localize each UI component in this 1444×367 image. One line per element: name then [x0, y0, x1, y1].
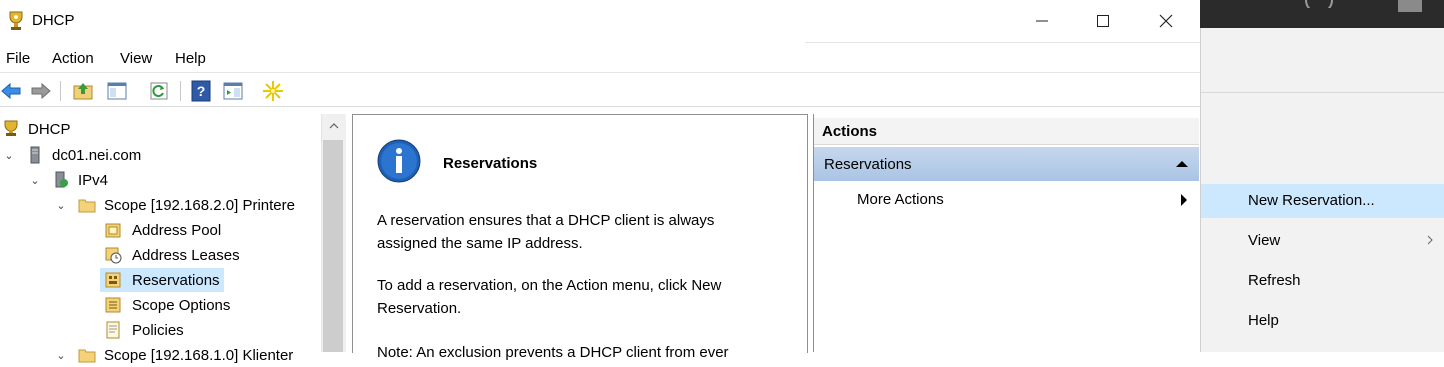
tree-node-scope-printere[interactable]: ⌄ Scope [192.168.2.0] Printere [54, 193, 295, 217]
context-menu: New Reservation... View Refresh Help [1200, 28, 1444, 352]
more-actions-label: More Actions [857, 191, 944, 208]
tree-node-policies[interactable]: Policies [104, 318, 184, 342]
submenu-chevron-icon [1427, 235, 1433, 245]
up-folder-icon[interactable] [72, 80, 94, 102]
ctx-refresh[interactable]: Refresh [1201, 264, 1444, 298]
ctx-item-label: Help [1248, 312, 1279, 329]
square-icon [1398, 0, 1422, 12]
chevron-down-icon[interactable]: ⌄ [2, 149, 16, 162]
chevron-down-icon[interactable]: ⌄ [28, 174, 42, 187]
actions-group-label: Reservations [824, 156, 912, 173]
menu-help[interactable]: Help [175, 50, 206, 67]
toolbar-separator [60, 81, 61, 101]
actions-header-label: Actions [822, 123, 878, 140]
tree-node-address-pool[interactable]: Address Pool [104, 218, 221, 242]
more-actions-item[interactable]: More Actions [814, 186, 1199, 214]
ctx-item-label: New Reservation... [1248, 192, 1375, 209]
address-pool-icon [105, 223, 121, 238]
tree-node-label: Policies [132, 321, 184, 339]
ctx-item-label: View [1248, 232, 1281, 249]
titlebar-divider [805, 42, 1200, 43]
action-pane-icon[interactable] [222, 80, 244, 102]
help-icon[interactable]: ? [190, 80, 212, 102]
actions-pane: Actions Reservations More Actions [813, 114, 1201, 352]
ctx-view[interactable]: View [1201, 224, 1444, 258]
tree-node-scope-klienter[interactable]: ⌄ Scope [192.168.1.0] Klienter [54, 343, 293, 367]
tree-node-address-leases[interactable]: Address Leases [104, 243, 240, 267]
close-button[interactable] [1136, 0, 1196, 42]
tree-node-label: DHCP [28, 120, 71, 138]
reservations-icon [105, 272, 121, 288]
tree-node-label: Address Pool [132, 221, 222, 239]
tree-node-scope-options[interactable]: Scope Options [104, 293, 230, 317]
console-tree: DHCP ⌄ dc01.nei.com ⌄ IPv4 ⌄ Scope [192.… [0, 114, 346, 364]
minimize-icon [1036, 20, 1048, 22]
tree-node-dhcp[interactable]: DHCP [0, 117, 71, 141]
tree-node-label: dc01.nei.com [52, 146, 142, 164]
forward-arrow-icon[interactable] [30, 80, 52, 102]
actions-reservations-group[interactable]: Reservations [814, 147, 1199, 181]
menu-bar: File Action View Help [0, 46, 1200, 73]
tree-node-ipv4[interactable]: ⌄ IPv4 [28, 168, 108, 192]
toolbar: ? [0, 76, 1200, 107]
dhcp-app-icon [9, 11, 23, 30]
svg-text:?: ? [197, 83, 206, 99]
policies-icon [106, 321, 120, 339]
pane-heading: Reservations [443, 155, 538, 172]
chevron-down-icon[interactable]: ⌄ [54, 199, 68, 212]
tree-node-label: IPv4 [78, 171, 109, 189]
tree-node-reservations[interactable]: Reservations [100, 268, 224, 292]
dhcp-trophy-icon [4, 120, 18, 136]
tree-node-label: Scope [192.168.2.0] Printere [104, 196, 295, 214]
title-bar[interactable]: DHCP [0, 0, 1200, 42]
circle-icon [1305, 0, 1333, 8]
description-para-3: Note: An exclusion prevents a DHCP clien… [377, 344, 729, 361]
scope-options-icon [105, 297, 121, 313]
folder-icon [78, 349, 96, 363]
server-icon [30, 146, 40, 164]
menu-action[interactable]: Action [52, 50, 94, 67]
tree-node-label: Scope Options [132, 296, 231, 314]
scroll-up-icon[interactable] [329, 122, 339, 130]
tree-node-dc01[interactable]: ⌄ dc01.nei.com [2, 143, 141, 167]
close-icon [1159, 14, 1173, 28]
ipv4-icon [55, 171, 68, 188]
background-window-strip [1200, 0, 1444, 28]
ctx-help[interactable]: Help [1201, 304, 1444, 338]
submenu-arrow-icon [1181, 194, 1187, 206]
chevron-down-icon[interactable]: ⌄ [54, 349, 68, 362]
tree-node-label: Reservations [132, 271, 220, 289]
show-hide-tree-icon[interactable] [106, 80, 128, 102]
maximize-button[interactable] [1073, 0, 1133, 42]
description-para-1: A reservation ensures that a DHCP client… [377, 212, 715, 252]
actions-header: Actions [814, 118, 1199, 145]
toolbar-separator [180, 81, 181, 101]
collapse-up-icon[interactable] [1176, 160, 1188, 168]
ctx-item-label: Refresh [1248, 272, 1301, 289]
info-icon [377, 139, 421, 183]
description-para-2: To add a reservation, on the Action menu… [377, 277, 722, 317]
tree-node-label: Address Leases [132, 246, 240, 264]
menu-view[interactable]: View [120, 50, 152, 67]
menu-file[interactable]: File [6, 50, 30, 67]
tree-scrollbar-thumb[interactable] [323, 140, 343, 352]
window-title: DHCP [32, 12, 75, 29]
new-star-icon[interactable] [262, 80, 284, 102]
dhcp-window: DHCP File Action View Help ? DHCP ⌄ dc01… [0, 0, 1201, 364]
refresh-icon[interactable] [148, 80, 170, 102]
folder-icon [78, 199, 96, 213]
result-pane: Reservations A reservation ensures that … [352, 114, 808, 361]
back-arrow-icon[interactable] [0, 80, 22, 102]
tree-node-label: Scope [192.168.1.0] Klienter [104, 346, 294, 364]
address-leases-icon [105, 247, 122, 264]
maximize-icon [1097, 15, 1109, 27]
minimize-button[interactable] [1012, 0, 1072, 42]
context-separator [1201, 92, 1444, 93]
ctx-new-reservation[interactable]: New Reservation... [1201, 184, 1444, 218]
